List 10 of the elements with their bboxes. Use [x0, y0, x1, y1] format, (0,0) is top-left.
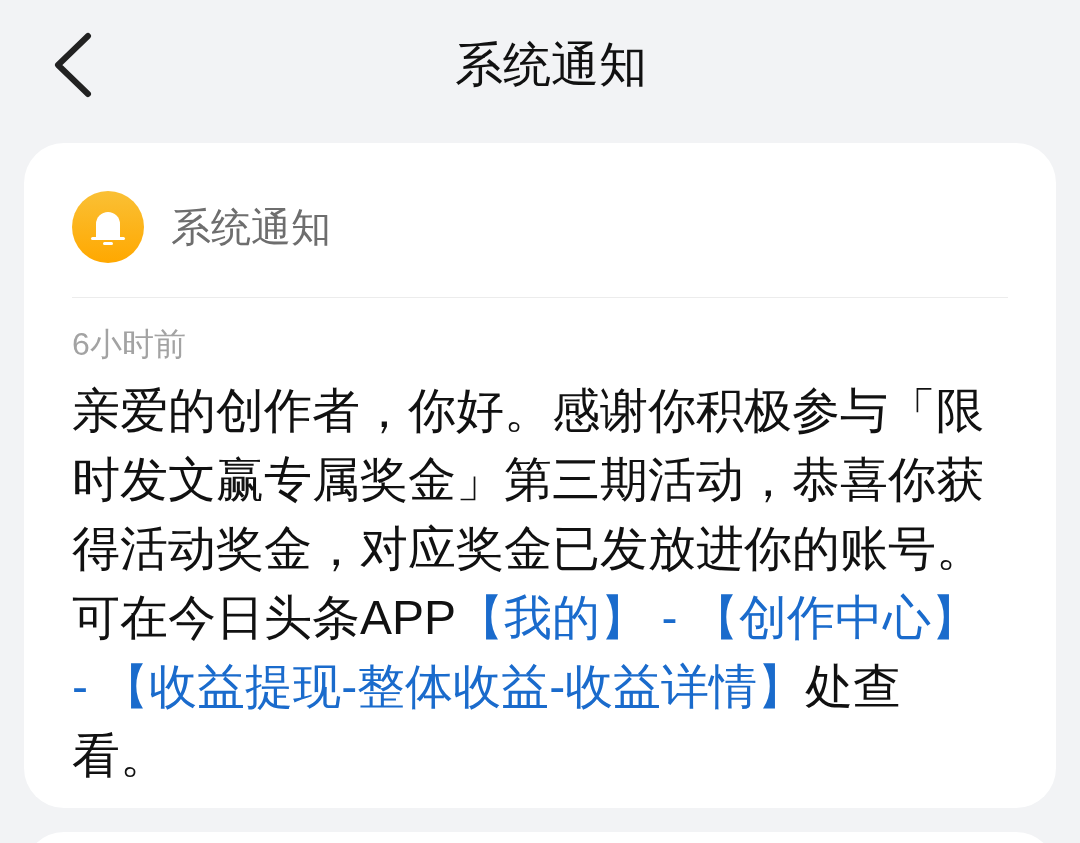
notification-message: 亲爱的创作者，你好。感谢你积极参与「限时发文赢专属奖金」第三期活动，恭喜你获得活动奖金，对应奖金已发放进你的账号。可在今日头条APP【我的】 - 【创作中心】 - 【收益提现-整体收益-收益详情】处查看。 — [72, 383, 985, 784]
page-title: 系统通知 — [455, 37, 647, 93]
back-icon — [52, 32, 92, 98]
notification-source: 系统通知 — [171, 204, 331, 251]
bell-icon — [72, 191, 144, 263]
link[interactable]: 【我的】 — [456, 591, 649, 644]
notification-time: 6小时前 — [72, 325, 187, 364]
link[interactable]: 【创作中心】 — [690, 591, 979, 644]
back-button[interactable] — [52, 32, 92, 98]
link[interactable]: 【收益提现-整体收益-收益详情】 — [101, 660, 806, 713]
